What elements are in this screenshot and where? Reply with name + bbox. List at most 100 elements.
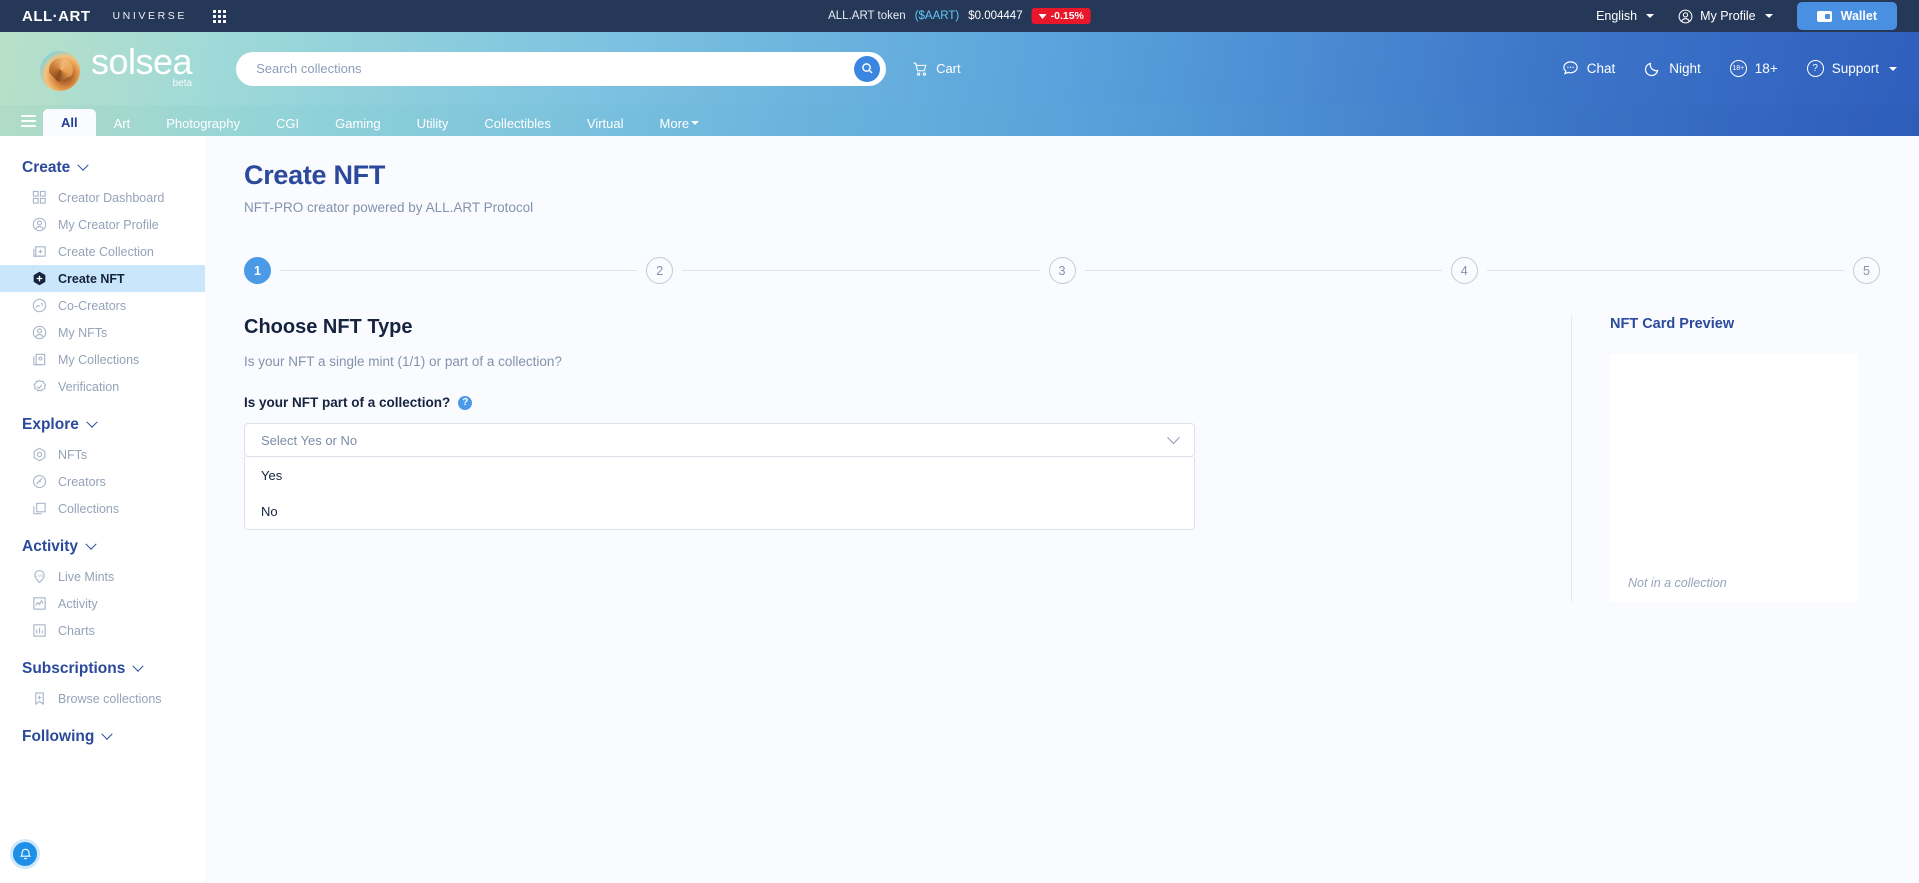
help-icon[interactable]: ? xyxy=(458,395,473,410)
token-change-badge: -0.15% xyxy=(1031,8,1091,24)
verified-badge-icon xyxy=(32,379,47,394)
sidebar-item-create-nft[interactable]: Create NFT xyxy=(0,265,205,292)
collection-select-trigger[interactable]: Select Yes or No xyxy=(244,423,1195,457)
solsea-wordmark: solsea xyxy=(91,40,193,82)
chevron-down-icon xyxy=(85,538,97,550)
nav-tab-cgi[interactable]: CGI xyxy=(258,110,317,136)
top-utility-bar: ALL·ART UNIVERSE ALL.ART token ($AART) $… xyxy=(0,0,1919,32)
token-name: ALL.ART token xyxy=(828,10,906,22)
cart-button[interactable]: Cart xyxy=(912,61,961,77)
wizard-stepper: 1 2 3 4 5 xyxy=(244,257,1880,284)
sidebar-item-verification[interactable]: Verification xyxy=(0,373,205,400)
sidebar-group-explore-label: Explore xyxy=(22,416,79,433)
sidebar-item-my-collections[interactable]: My Collections xyxy=(0,346,205,373)
sidebar-group-explore[interactable]: Explore xyxy=(0,409,205,441)
caret-down-icon xyxy=(1038,13,1047,19)
nav-tab-collectibles[interactable]: Collectibles xyxy=(466,110,568,136)
sidebar-group-create[interactable]: Create xyxy=(0,152,205,184)
sidebar-item-my-nfts[interactable]: My NFTs xyxy=(0,319,205,346)
nav-tab-gaming[interactable]: Gaming xyxy=(317,110,399,136)
user-circle-icon xyxy=(1678,9,1693,23)
sidebar-item-label: Live Mints xyxy=(58,569,115,584)
language-selector[interactable]: English xyxy=(1596,9,1655,23)
sidebar-item-label: My NFTs xyxy=(58,325,108,340)
search-input[interactable] xyxy=(256,61,855,76)
sidebar-item-activity[interactable]: Activity xyxy=(0,590,205,617)
notifications-button[interactable] xyxy=(10,839,40,869)
cart-label: Cart xyxy=(936,61,961,76)
wallet-icon xyxy=(1816,10,1832,22)
age-rating-toggle[interactable]: 18+ 18+ xyxy=(1729,60,1778,77)
nav-tab-all[interactable]: All xyxy=(43,109,96,136)
sidebar-group-following[interactable]: Following xyxy=(0,721,205,753)
bookmark-plus-icon xyxy=(32,691,47,706)
universe-label[interactable]: UNIVERSE xyxy=(112,10,186,22)
step-3[interactable]: 3 xyxy=(1048,257,1076,284)
sidebar-item-nfts[interactable]: NFTs xyxy=(0,441,205,468)
collection-plus-icon xyxy=(32,244,47,259)
sidebar-item-create-collection[interactable]: Create Collection xyxy=(0,238,205,265)
beta-badge: beta xyxy=(172,78,193,90)
my-profile-menu[interactable]: My Profile xyxy=(1678,9,1773,24)
sidebar-item-label: Creator Dashboard xyxy=(58,190,165,205)
search-icon xyxy=(861,63,873,74)
step-5[interactable]: 5 xyxy=(1853,257,1880,284)
sidebar-group-activity[interactable]: Activity xyxy=(0,531,205,563)
step-1[interactable]: 1 xyxy=(244,257,271,284)
site-header: solsea beta Cart Chat Night xyxy=(0,32,1919,105)
preview-title: NFT Card Preview xyxy=(1610,316,1735,332)
hexagon-plus-icon xyxy=(32,271,47,286)
allart-logo[interactable]: ALL·ART xyxy=(22,8,90,25)
sidebar-item-label: My Creator Profile xyxy=(58,217,159,232)
profile-label: My Profile xyxy=(1700,9,1756,23)
sidebar-group-following-label: Following xyxy=(22,728,95,745)
nav-tab-virtual[interactable]: Virtual xyxy=(569,110,642,136)
language-label: English xyxy=(1596,9,1638,23)
chat-button[interactable]: Chat xyxy=(1562,60,1615,77)
token-change-value: -0.15% xyxy=(1050,10,1084,22)
page-header: Create NFT NFT-PRO creator powered by AL… xyxy=(205,136,1919,215)
step-2[interactable]: 2 xyxy=(646,257,674,284)
step-4[interactable]: 4 xyxy=(1450,257,1478,284)
sidebar-item-creators[interactable]: Creators xyxy=(0,468,205,495)
wallet-button[interactable]: Wallet xyxy=(1796,2,1897,30)
nav-tab-utility[interactable]: Utility xyxy=(399,110,467,136)
collection-select: Select Yes or No Yes No xyxy=(244,423,1195,530)
night-label: Night xyxy=(1669,61,1701,76)
night-mode-toggle[interactable]: Night xyxy=(1644,60,1701,77)
sidebar-item-label: Create Collection xyxy=(58,244,154,259)
sidebar-item-label: Charts xyxy=(58,623,95,638)
nav-tab-art[interactable]: Art xyxy=(96,110,149,136)
sidebar-item-label: Browse collections xyxy=(58,691,162,706)
sidebar: Create Creator Dashboard My Creator Prof… xyxy=(0,136,205,883)
solsea-logo[interactable]: solsea beta xyxy=(40,40,193,92)
collection-select-menu: Yes No xyxy=(244,457,1195,530)
form-title: Choose NFT Type xyxy=(244,316,413,338)
search-bar[interactable] xyxy=(236,51,887,86)
creators-icon xyxy=(32,474,47,489)
support-label: Support xyxy=(1831,61,1879,76)
sidebar-item-label: NFTs xyxy=(58,447,88,462)
nav-tab-photography[interactable]: Photography xyxy=(148,110,258,136)
menu-toggle-icon[interactable] xyxy=(13,105,43,136)
question-icon: ? xyxy=(1806,60,1824,77)
sidebar-item-collections[interactable]: Collections xyxy=(0,495,205,522)
select-option-no[interactable]: No xyxy=(245,493,1194,529)
sidebar-item-my-creator-profile[interactable]: My Creator Profile xyxy=(0,211,205,238)
support-menu[interactable]: ? Support xyxy=(1806,60,1897,77)
select-option-yes[interactable]: Yes xyxy=(245,457,1194,493)
sidebar-item-live-mints[interactable]: LIVE Live Mints xyxy=(0,563,205,590)
svg-text:LIVE: LIVE xyxy=(35,574,44,578)
sidebar-item-charts[interactable]: Charts xyxy=(0,617,205,644)
page-title: Create NFT xyxy=(244,160,386,190)
nav-tab-more[interactable]: More xyxy=(642,110,718,136)
sidebar-group-subscriptions[interactable]: Subscriptions xyxy=(0,653,205,685)
cart-icon xyxy=(913,62,927,76)
activity-graph-icon xyxy=(32,596,47,611)
form-description: Is your NFT a single mint (1/1) or part … xyxy=(244,354,562,369)
sidebar-item-browse-collections[interactable]: Browse collections xyxy=(0,685,205,712)
search-button[interactable] xyxy=(854,55,881,82)
sidebar-item-creator-dashboard[interactable]: Creator Dashboard xyxy=(0,184,205,211)
sidebar-item-co-creators[interactable]: Co-Creators xyxy=(0,292,205,319)
apps-grid-icon[interactable] xyxy=(212,9,226,23)
